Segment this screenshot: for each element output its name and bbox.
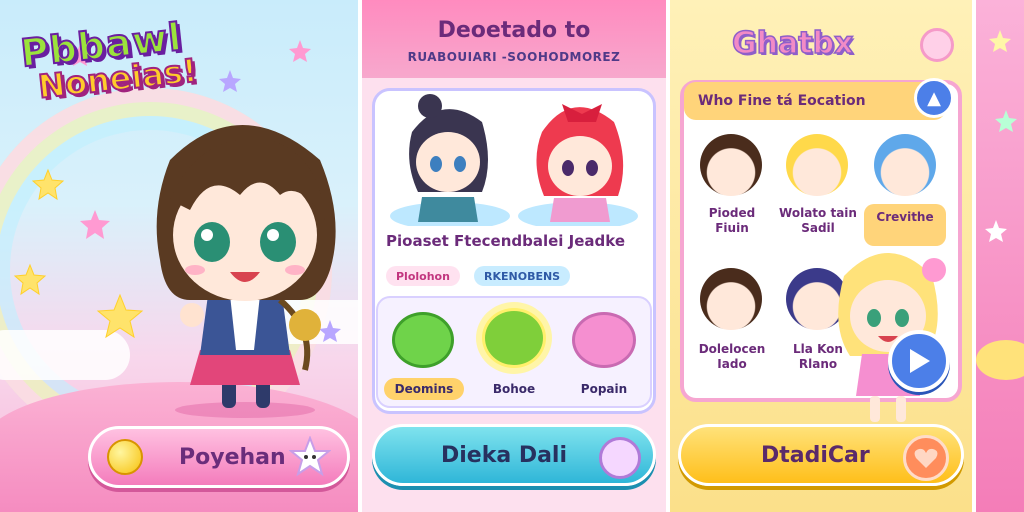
start-button-label: Poyehan	[179, 444, 286, 470]
start-game-button[interactable]: DtadiCar	[678, 424, 964, 486]
start-game-button-label: DtadiCar	[761, 442, 870, 468]
pet-label: Bohoe	[492, 382, 536, 396]
screen-subtitle: RUABOUIARI -SOOHODMOREZ	[407, 50, 621, 64]
tag-pill[interactable]: Plolohon	[386, 266, 460, 286]
smile-face-icon	[599, 437, 641, 479]
screen-title: Deoetado to	[437, 18, 591, 43]
tag-pill[interactable]: RKENOBENS	[474, 266, 571, 286]
start-button[interactable]: Poyehan	[88, 426, 350, 488]
confirm-button[interactable]: Dieka Dali	[372, 424, 656, 486]
prompt-question: Who Fine tá Eocation	[684, 82, 946, 120]
play-icon[interactable]	[888, 330, 950, 392]
pet-option[interactable]	[392, 312, 454, 368]
choose-screen: Deoetado to RUABOUIARI -SOOHODMOREZ Pioa…	[362, 0, 666, 512]
character-label: Pioded Fiuin	[708, 206, 756, 235]
pet-option[interactable]	[572, 312, 636, 368]
character-option[interactable]	[874, 134, 936, 196]
character-portraits	[390, 94, 638, 226]
star-decorations	[976, 30, 1024, 380]
pet-label: Popain	[580, 382, 628, 396]
title-screen: Pbbawl Noneias! Poyehan	[0, 0, 358, 512]
pet-label: Deomins	[384, 378, 464, 400]
mascot-character	[838, 253, 946, 422]
heart-icon	[903, 435, 949, 481]
star-face-icon	[289, 436, 331, 477]
settings-button[interactable]	[920, 28, 954, 62]
hero-character	[156, 125, 336, 418]
character-label: Dolelocen Iado	[698, 342, 766, 371]
screen-title: Ghatbx	[731, 25, 854, 62]
character-option[interactable]	[700, 134, 762, 196]
confirm-button-label: Dieka Dali	[440, 442, 568, 468]
section-title: Pioaset Ftecendbalei Jeadke	[386, 232, 626, 250]
character-option[interactable]	[700, 268, 762, 330]
character-label: Wolato tain Sadil	[779, 206, 857, 235]
pet-option[interactable]	[482, 308, 546, 368]
up-arrow-icon[interactable]: ▲	[914, 78, 954, 118]
fruit-icon	[107, 439, 143, 475]
character-option[interactable]	[786, 134, 848, 196]
character-select-screen: Ghatbx Who Fine tá Eocation ▲ Pioded Fiu…	[670, 0, 972, 512]
next-screen-edge	[976, 0, 1024, 512]
